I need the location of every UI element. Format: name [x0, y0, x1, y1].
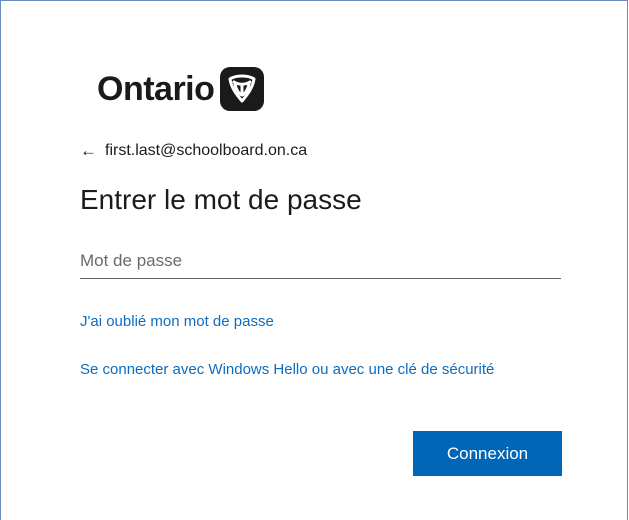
forgot-password-link[interactable]: J'ai oublié mon mot de passe	[80, 309, 274, 335]
back-arrow-icon[interactable]: ←	[80, 141, 97, 161]
account-email: first.last@schoolboard.on.ca	[105, 142, 308, 159]
sign-in-frame: Ontario ← first.last@schoolboard.on.ca E…	[0, 0, 628, 520]
ontario-trillium-icon	[220, 67, 265, 111]
windows-hello-link[interactable]: Se connecter avec Windows Hello ou avec …	[80, 357, 520, 383]
password-field[interactable]	[80, 243, 561, 279]
brand-logo: Ontario	[97, 67, 265, 111]
logo-wordmark: Ontario	[97, 70, 215, 108]
account-identity: ← first.last@schoolboard.on.ca	[80, 141, 307, 161]
page-title: Entrer le mot de passe	[80, 184, 362, 215]
sign-in-button[interactable]: Connexion	[413, 431, 562, 476]
